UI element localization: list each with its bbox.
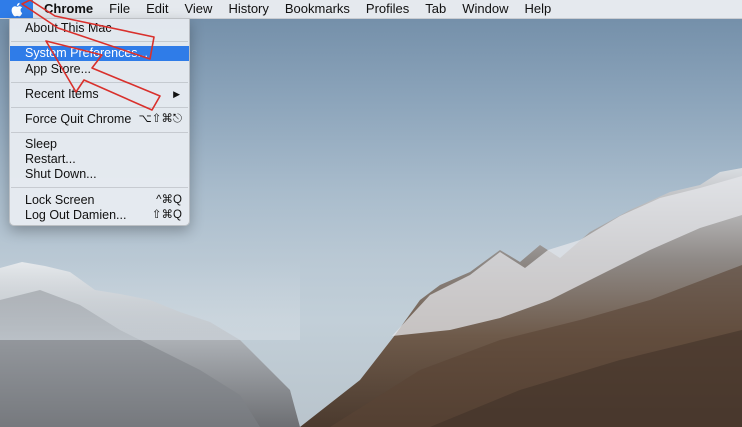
menu-separator: [11, 107, 188, 108]
menu-item-system-preferences[interactable]: System Preferences...: [10, 46, 189, 61]
apple-icon: [11, 2, 23, 16]
menu-view[interactable]: View: [176, 0, 220, 18]
menu-item-label: Shut Down...: [25, 167, 97, 181]
menu-profiles[interactable]: Profiles: [358, 0, 417, 18]
menu-item-force-quit[interactable]: Force Quit Chrome ⌥⇧⌘⎋: [10, 112, 189, 127]
menu-help[interactable]: Help: [517, 0, 560, 18]
menu-item-label: Lock Screen: [25, 193, 95, 207]
apple-dropdown-menu: About This Mac System Preferences... App…: [9, 18, 190, 226]
submenu-arrow-icon: ▶: [173, 89, 180, 99]
menu-bookmarks[interactable]: Bookmarks: [277, 0, 358, 18]
menu-edit[interactable]: Edit: [138, 0, 176, 18]
shortcut-label: ^⌘Q: [156, 194, 182, 206]
menu-item-label: Restart...: [25, 152, 76, 166]
menu-file[interactable]: File: [101, 0, 138, 18]
menu-item-label: Force Quit Chrome: [25, 112, 132, 126]
menu-item-lock-screen[interactable]: Lock Screen ^⌘Q: [10, 193, 189, 208]
shortcut-label: ⇧⌘Q: [151, 209, 182, 221]
menu-item-sleep[interactable]: Sleep: [10, 137, 189, 152]
menu-bar: Chrome File Edit View History Bookmarks …: [0, 0, 742, 19]
menu-item-about-this-mac[interactable]: About This Mac: [10, 21, 189, 36]
menu-app-chrome[interactable]: Chrome: [33, 0, 101, 18]
menu-item-label: System Preferences...: [25, 46, 148, 60]
menu-separator: [11, 41, 188, 42]
shortcut-label: ⌥⇧⌘⎋: [138, 113, 182, 125]
menu-item-log-out[interactable]: Log Out Damien... ⇧⌘Q: [10, 208, 189, 223]
menu-item-recent-items[interactable]: Recent Items ▶: [10, 87, 189, 102]
menu-tab[interactable]: Tab: [417, 0, 454, 18]
menu-item-label: Log Out Damien...: [25, 208, 127, 222]
apple-menu-button[interactable]: [0, 0, 33, 18]
menu-item-app-store[interactable]: App Store...: [10, 62, 189, 77]
menu-item-label: App Store...: [25, 62, 92, 76]
menu-separator: [11, 82, 188, 83]
menu-item-shut-down[interactable]: Shut Down...: [10, 167, 189, 182]
menu-item-restart[interactable]: Restart...: [10, 152, 189, 167]
menu-item-label: Sleep: [25, 137, 57, 151]
menu-item-label: About This Mac: [25, 21, 112, 35]
menu-separator: [11, 187, 188, 188]
menu-window[interactable]: Window: [454, 0, 516, 18]
menu-item-label: Recent Items: [25, 87, 99, 101]
menu-history[interactable]: History: [220, 0, 276, 18]
menu-separator: [11, 132, 188, 133]
